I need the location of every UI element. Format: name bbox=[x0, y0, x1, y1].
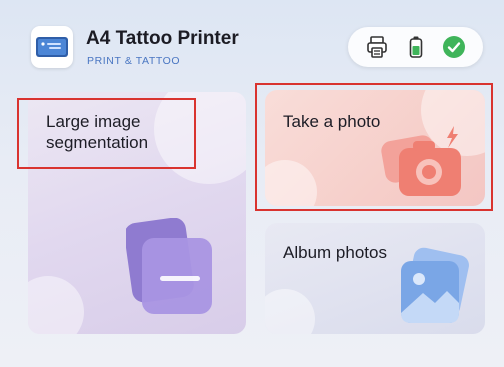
device-status-pill[interactable] bbox=[348, 27, 483, 67]
app-logo bbox=[31, 26, 73, 68]
tattoo-sheet-icon bbox=[36, 37, 68, 57]
decor-circle bbox=[28, 276, 84, 334]
album-photos-label: Album photos bbox=[283, 243, 387, 262]
app-title: A4 Tattoo Printer bbox=[86, 28, 239, 49]
highlight-box-segmentation bbox=[17, 98, 196, 169]
gallery-icon bbox=[401, 247, 469, 323]
album-photos-card[interactable]: Album photos bbox=[265, 223, 485, 334]
battery-icon bbox=[409, 36, 423, 58]
decor-circle bbox=[265, 289, 315, 334]
highlight-box-take-photo bbox=[255, 83, 493, 211]
app-subtitle: PRINT & TATTOO bbox=[87, 55, 181, 67]
image-tiles-icon bbox=[126, 218, 212, 314]
connected-check-icon bbox=[443, 36, 465, 58]
printer-icon[interactable] bbox=[365, 35, 389, 59]
